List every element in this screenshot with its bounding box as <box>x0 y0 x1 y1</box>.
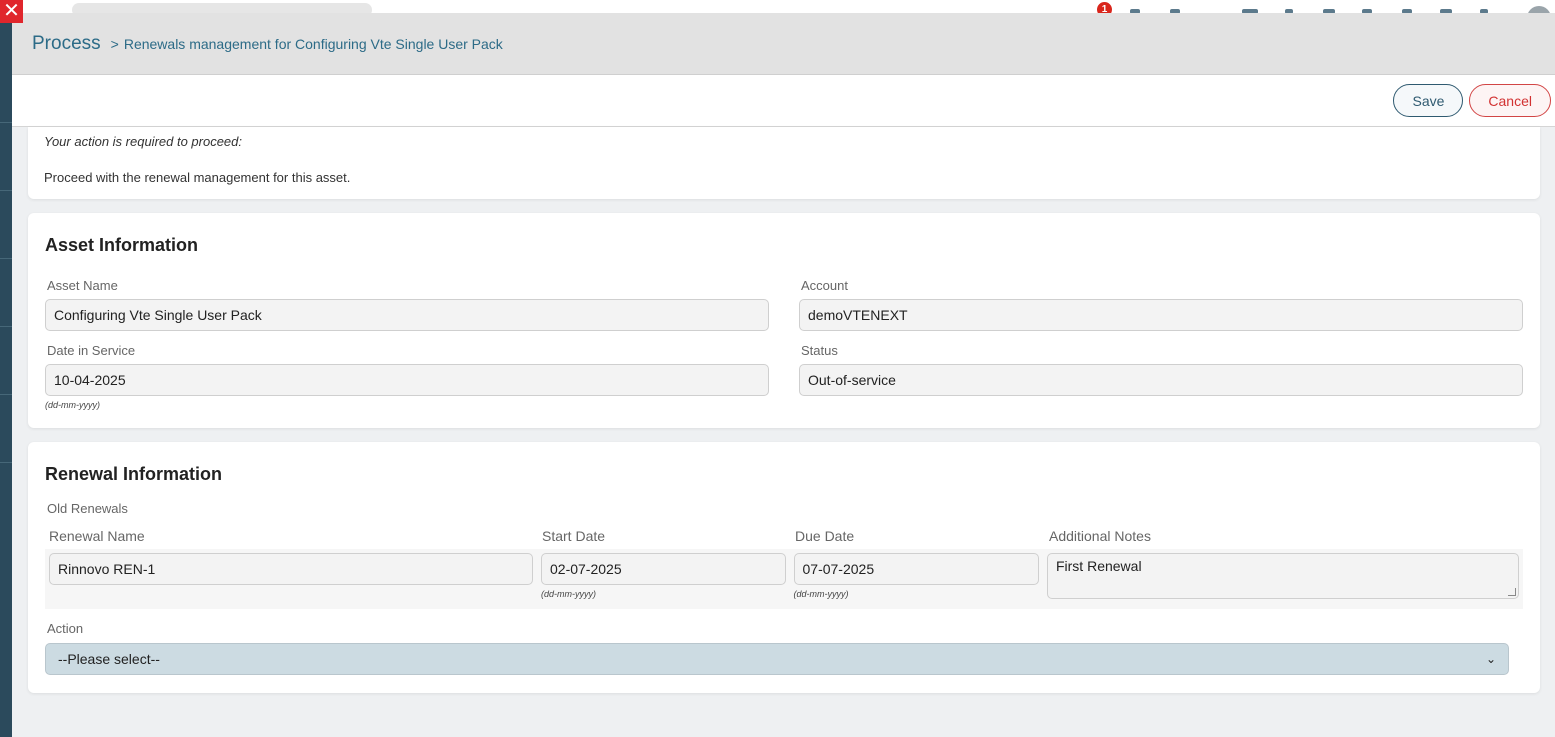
table-header: Renewal Name Start Date Due Date Additio… <box>45 528 1523 544</box>
asset-information-card: Asset Information Asset Name Configuring… <box>28 213 1540 428</box>
action-label: Action <box>47 621 84 636</box>
column-header: Start Date <box>542 528 606 544</box>
account-label: Account <box>801 278 848 293</box>
status-field[interactable]: Out-of-service <box>799 364 1523 396</box>
additional-notes-field[interactable]: First Renewal <box>1046 553 1519 599</box>
column-header: Due Date <box>795 528 855 544</box>
action-required-card: Your action is required to proceed: Proc… <box>28 127 1540 199</box>
renewal-information-card: Renewal Information Old Renewals Renewal… <box>28 442 1540 693</box>
asset-information-title: Asset Information <box>45 235 199 255</box>
account-field[interactable]: demoVTENEXT <box>799 299 1523 331</box>
date-in-service-label: Date in Service <box>47 343 136 358</box>
breadcrumb-separator: > <box>110 35 119 52</box>
start-date-field[interactable]: 02-07-2025 <box>541 553 786 585</box>
resize-grip-icon[interactable] <box>1508 588 1516 596</box>
date-format-hint: (dd-mm-yyyy) <box>45 400 100 410</box>
close-icon[interactable]: ✕ <box>0 0 23 23</box>
modal-content: Your action is required to proceed: Proc… <box>12 127 1555 693</box>
column-header: Renewal Name <box>49 528 145 544</box>
action-required-text: Proceed with the renewal management for … <box>44 170 351 185</box>
breadcrumb-root[interactable]: Process <box>32 33 101 55</box>
old-renewals-table: Renewal Name Start Date Due Date Additio… <box>45 528 1523 609</box>
asset-name-field[interactable]: Configuring Vte Single User Pack <box>45 299 769 331</box>
action-required-heading: Your action is required to proceed: <box>44 134 243 149</box>
chevron-down-icon: ⌄ <box>1485 652 1496 666</box>
status-label: Status <box>801 343 838 358</box>
renewal-information-title: Renewal Information <box>45 464 223 484</box>
due-date-field[interactable]: 07-07-2025 <box>793 553 1039 585</box>
date-format-hint: (dd-mm-yyyy) <box>793 589 849 599</box>
old-renewals-label: Old Renewals <box>47 501 128 516</box>
action-select-value: --Please select-- <box>58 651 160 667</box>
modal-toolbar: Save Cancel <box>12 75 1555 127</box>
date-in-service-field[interactable]: 10-04-2025 <box>45 364 769 396</box>
additional-notes-text: First Renewal <box>1055 558 1142 574</box>
app-sidebar <box>0 0 12 737</box>
modal-header: Process > Renewals management for Config… <box>12 13 1555 75</box>
asset-name-label: Asset Name <box>47 278 118 293</box>
save-button[interactable]: Save <box>1393 84 1464 117</box>
breadcrumb-title: Renewals management for Configuring Vte … <box>123 35 503 52</box>
cancel-button[interactable]: Cancel <box>1469 84 1551 117</box>
date-format-hint: (dd-mm-yyyy) <box>541 589 596 599</box>
column-header: Additional Notes <box>1049 528 1151 544</box>
table-row: Rinnovo REN-1 02-07-2025 (dd-mm-yyyy) 07… <box>45 549 1523 609</box>
renewal-name-field[interactable]: Rinnovo REN-1 <box>49 553 533 585</box>
process-modal: Process > Renewals management for Config… <box>12 13 1555 737</box>
action-select[interactable]: --Please select-- ⌄ <box>45 643 1509 675</box>
